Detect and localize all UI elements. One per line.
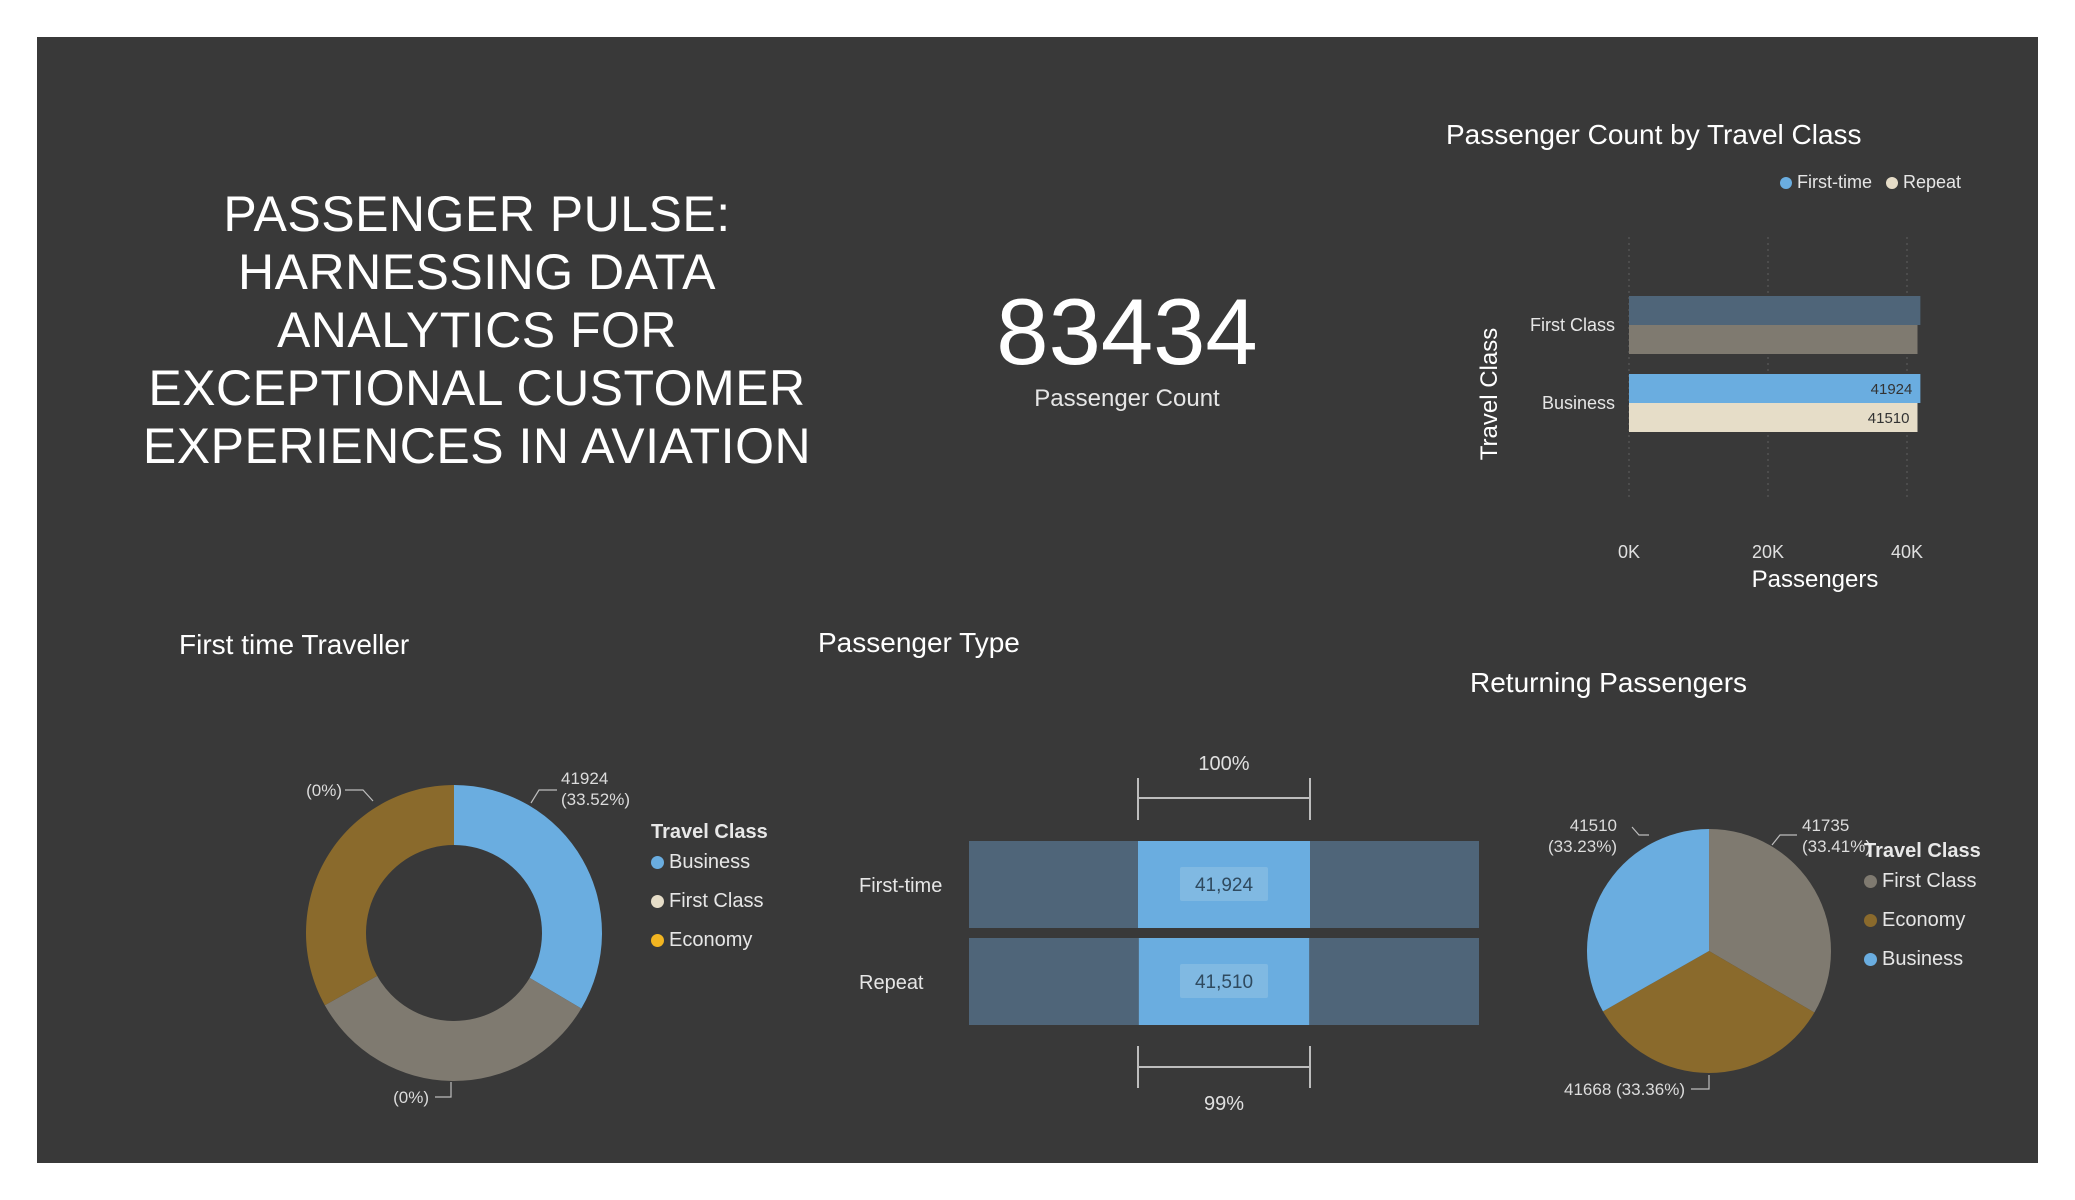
- kpi-value[interactable]: 83434: [917, 282, 1337, 382]
- legend-dot-icon: [1886, 176, 1898, 189]
- data-label: 41510 (33.23%): [1548, 816, 1617, 856]
- percent-bracket: [1137, 1046, 1311, 1088]
- data-label: 41924: [1871, 381, 1913, 398]
- funnel-category-label: Repeat: [859, 972, 924, 994]
- percent-label: 99%: [1204, 1093, 1244, 1115]
- leader-line: [1691, 1075, 1710, 1090]
- y-tick-label: Business: [1542, 393, 1615, 413]
- headline-line: PASSENGER PULSE:: [223, 186, 731, 242]
- legend-title: Travel Class: [651, 821, 768, 843]
- class-bar-chart[interactable]: 0K 20K 40K First Class Business 41924 41510 Pas…: [1437, 217, 1977, 607]
- legend-dot-icon: [1864, 875, 1877, 888]
- headline-line: HARNESSING DATA: [238, 244, 716, 300]
- legend-label: Business: [669, 851, 751, 873]
- legend-item-economy[interactable]: Economy: [651, 929, 768, 952]
- legend-label: First Class: [1882, 870, 1977, 892]
- passenger-type-funnel[interactable]: 41,924 First-time 41,510 Repeat 100% 99%: [817, 697, 1497, 1117]
- legend-dot-icon: [1864, 914, 1877, 927]
- first-time-donut-title: First time Traveller: [179, 629, 410, 660]
- legend-item-business[interactable]: Business: [1864, 948, 1981, 971]
- legend-item-first-class[interactable]: First Class: [651, 890, 768, 913]
- data-label: (0%): [306, 781, 342, 800]
- legend-dot-icon: [1864, 953, 1877, 966]
- headline-line: EXCEPTIONAL CUSTOMER: [148, 360, 806, 416]
- class-bar-title: Passenger Count by Travel Class: [1446, 119, 1862, 150]
- leader-line: [1771, 834, 1797, 846]
- data-label: 41924 (33.52%): [561, 769, 630, 809]
- dashboard-canvas: PASSENGER PULSE: HARNESSING DATA ANALYTI…: [37, 37, 2038, 1163]
- legend-dot-icon: [651, 895, 664, 908]
- donut-slice: [454, 785, 602, 1009]
- legend-item-first-class[interactable]: First Class: [1864, 870, 1981, 893]
- funnel-value-label: 41,510: [1195, 972, 1253, 993]
- percent-label: 100%: [1198, 753, 1249, 775]
- x-tick-label: 40K: [1891, 542, 1923, 562]
- first-time-donut-legend: Travel Class Business First Class Econom…: [651, 821, 768, 952]
- leader-line: [1631, 826, 1649, 836]
- legend-label: First-time: [1797, 172, 1872, 192]
- legend-dot-icon: [651, 856, 664, 869]
- class-bar-legend-first-time[interactable]: First-time: [1780, 172, 1872, 193]
- y-tick-label: First Class: [1530, 315, 1615, 335]
- legend-label: Economy: [669, 929, 753, 951]
- headline-line: EXPERIENCES IN AVIATION: [142, 418, 812, 474]
- y-axis-title: Travel Class: [1476, 328, 1503, 460]
- bar-first-time: [1629, 296, 1921, 325]
- leader-line: [530, 789, 557, 804]
- class-bar-legend-repeat[interactable]: Repeat: [1886, 172, 1961, 193]
- passenger-type-title: Passenger Type: [818, 627, 1020, 658]
- legend-title: Travel Class: [1864, 840, 1981, 862]
- returning-pie-chart[interactable]: 41735 (33.41%) 41510 (33.23%) 41668 (33.36%): [1477, 737, 1897, 1137]
- legend-label: Repeat: [1903, 172, 1962, 192]
- headline-line: ANALYTICS FOR: [276, 302, 678, 358]
- data-label: 41510: [1868, 410, 1910, 427]
- returning-pie-title: Returning Passengers: [1470, 667, 1748, 698]
- kpi-label: Passenger Count: [1034, 385, 1220, 412]
- legend-label: Economy: [1882, 909, 1966, 931]
- leader-line: [435, 1082, 452, 1098]
- x-axis-title: Passengers: [1752, 566, 1879, 593]
- legend-label: Business: [1882, 948, 1964, 970]
- leader-line: [345, 789, 374, 802]
- dashboard-headline: PASSENGER PULSE: HARNESSING DATA ANALYTI…: [97, 185, 857, 475]
- donut-slice: [306, 785, 454, 1006]
- bar-repeat: [1629, 325, 1918, 354]
- returning-pie-legend: Travel Class First Class Economy Busines…: [1864, 840, 1981, 971]
- legend-item-business[interactable]: Business: [651, 851, 768, 874]
- funnel-value-label: 41,924: [1195, 875, 1254, 896]
- donut-slice: [324, 975, 582, 1081]
- data-label: 41735 (33.41%): [1802, 816, 1871, 856]
- data-label: (0%): [393, 1088, 429, 1107]
- first-time-donut-chart[interactable]: 41924 (33.52%) (0%) (0%): [217, 717, 697, 1137]
- x-tick-label: 0K: [1618, 542, 1640, 562]
- legend-label: First Class: [669, 890, 764, 912]
- x-tick-label: 20K: [1752, 542, 1784, 562]
- data-label: 41668 (33.36%): [1564, 1080, 1685, 1099]
- funnel-category-label: First-time: [859, 875, 942, 897]
- legend-item-economy[interactable]: Economy: [1864, 909, 1981, 932]
- legend-dot-icon: [1780, 176, 1792, 189]
- percent-bracket: [1137, 778, 1311, 820]
- legend-dot-icon: [651, 934, 664, 947]
